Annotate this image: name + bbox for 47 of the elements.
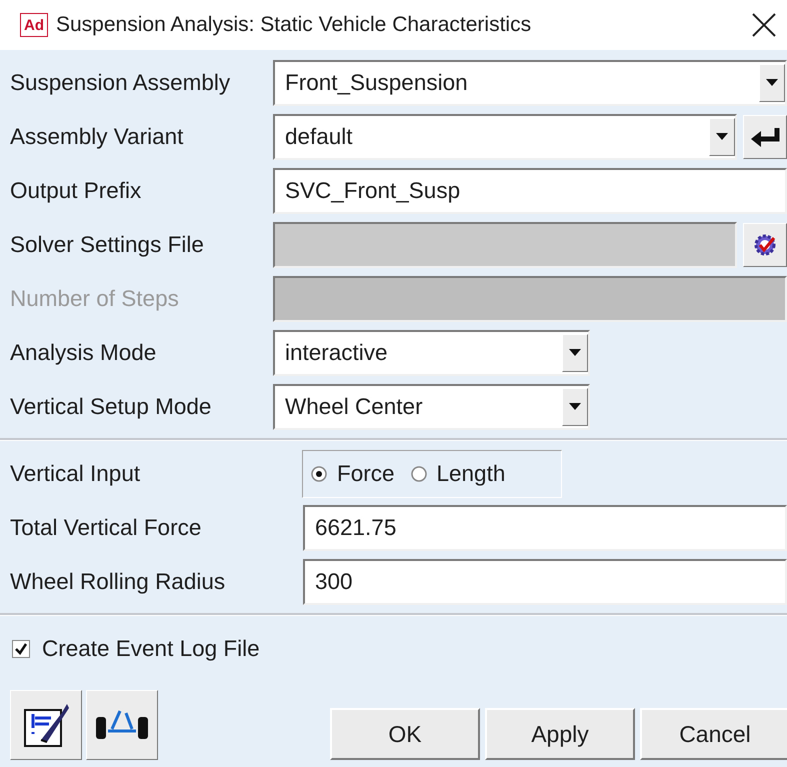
- field-label: Output Prefix: [10, 178, 142, 204]
- dialog-button[interactable]: OK: [330, 708, 480, 760]
- dropdown-field[interactable]: Wheel Center: [273, 384, 590, 430]
- input-field[interactable]: 6621.75: [303, 505, 787, 551]
- input-field[interactable]: SVC_Front_Susp: [273, 168, 787, 214]
- dropdown-button[interactable]: [759, 64, 785, 102]
- radio-label: Length: [436, 461, 506, 487]
- gear-check-icon: [752, 232, 778, 258]
- caret-icon: [569, 349, 581, 357]
- radio-label: Force: [337, 461, 395, 487]
- field-label: Vertical Input: [10, 461, 142, 487]
- window-title: Suspension Analysis: Static Vehicle Characteristics: [56, 13, 532, 37]
- dropdown-field[interactable]: Front_Suspension: [273, 60, 787, 106]
- dropdown-button[interactable]: [709, 118, 735, 156]
- enter-arrow-icon: [749, 126, 781, 148]
- settings-button[interactable]: [743, 223, 787, 267]
- field-label: Vertical Setup Mode: [10, 394, 212, 420]
- dropdown-value: Wheel Center: [285, 394, 423, 420]
- input-field[interactable]: [273, 222, 737, 268]
- field-label: Number of Steps: [10, 286, 180, 312]
- caret-icon: [716, 133, 728, 141]
- edit-log-button[interactable]: [10, 690, 82, 760]
- caret-icon: [766, 79, 778, 87]
- radio-button[interactable]: [410, 466, 427, 482]
- dropdown-value: interactive: [285, 340, 388, 366]
- dialog-button[interactable]: Apply: [485, 708, 635, 760]
- caret-icon: [569, 403, 581, 411]
- field-label: Total Vertical Force: [10, 515, 202, 541]
- dropdown-value: Front_Suspension: [285, 70, 468, 96]
- radio-button[interactable]: [311, 466, 327, 482]
- app-logo: Ad: [20, 13, 48, 37]
- enter-button[interactable]: [743, 115, 787, 159]
- input-field[interactable]: 300: [303, 559, 787, 605]
- field-label: Analysis Mode: [10, 340, 158, 366]
- checkbox[interactable]: [12, 640, 30, 658]
- checkbox-label: Create Event Log File: [42, 636, 260, 662]
- field-label: Wheel Rolling Radius: [10, 569, 226, 595]
- dropdown-field[interactable]: interactive: [273, 330, 590, 376]
- suspension-view-button[interactable]: [86, 690, 158, 760]
- dropdown-button[interactable]: [562, 334, 588, 372]
- field-label: Solver Settings File: [10, 232, 205, 258]
- dropdown-value: default: [285, 124, 353, 150]
- field-label: Assembly Variant: [10, 124, 184, 150]
- dropdown-button[interactable]: [562, 388, 588, 426]
- dropdown-field[interactable]: default: [273, 114, 737, 160]
- field-label: Suspension Assembly: [10, 70, 232, 96]
- dialog-button[interactable]: Cancel: [640, 708, 787, 760]
